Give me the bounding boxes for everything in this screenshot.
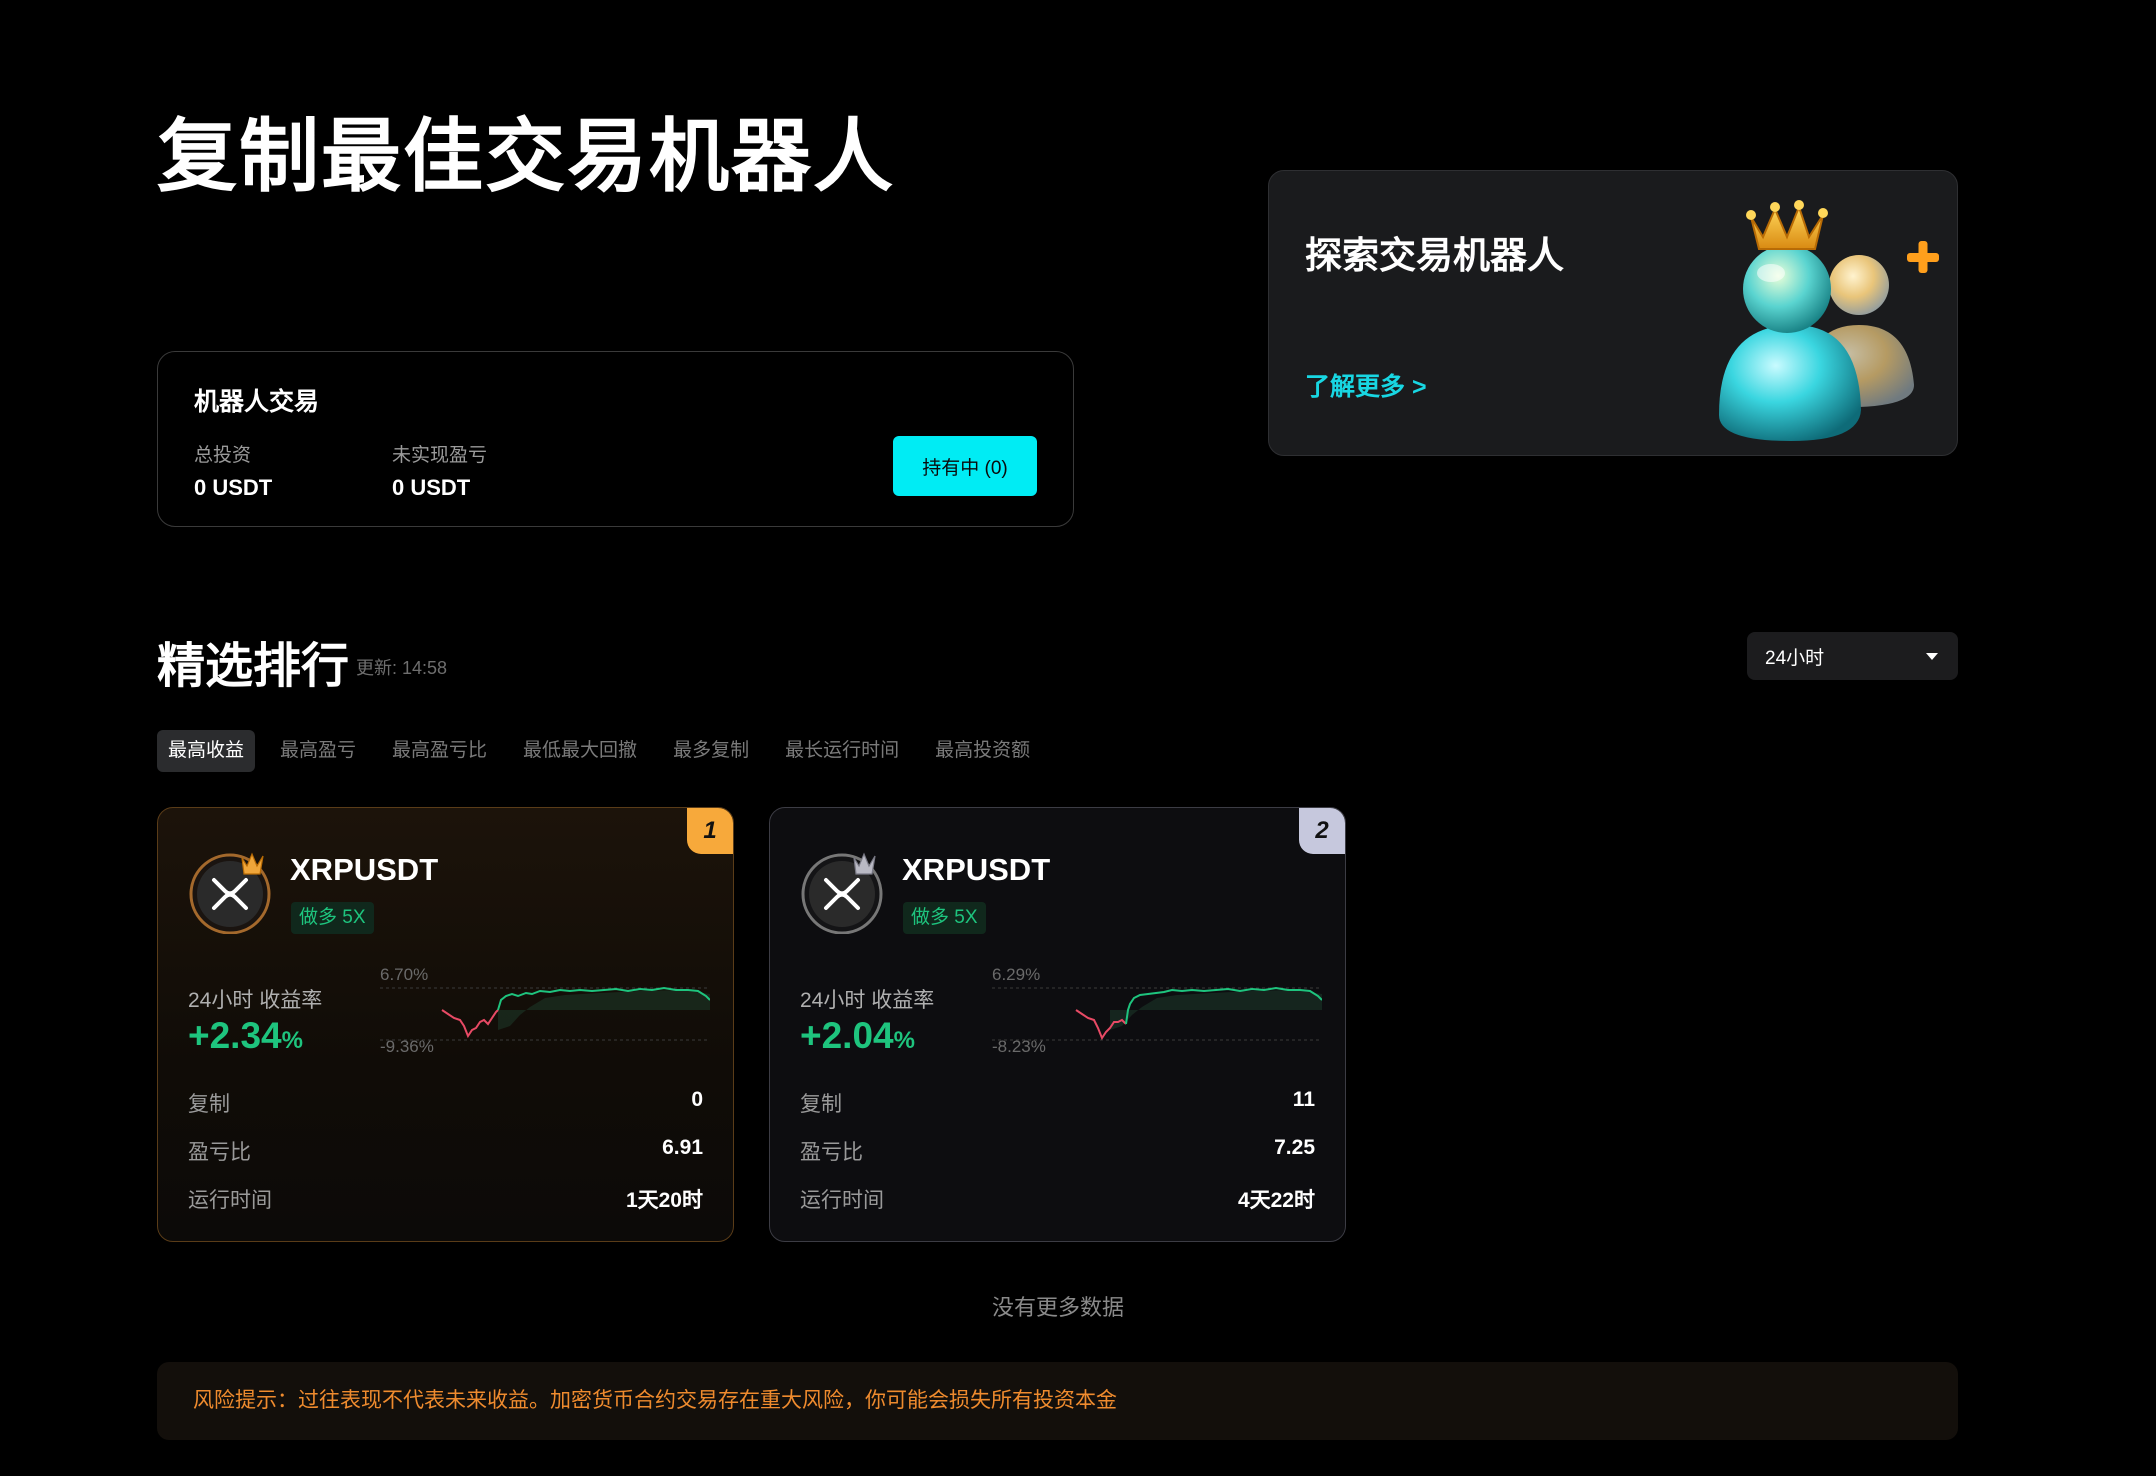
runtime-row: 运行时间 1天20时	[188, 1184, 703, 1214]
yield-unit: %	[893, 1027, 915, 1054]
explore-banner[interactable]: 探索交易机器人 了解更多 >	[1268, 170, 1958, 456]
xrp-icon	[189, 852, 271, 934]
runtime-value: 1天20时	[625, 1189, 703, 1212]
tab-highest-pnl[interactable]: 最高盈亏	[269, 730, 367, 772]
tab-most-copied[interactable]: 最多复制	[662, 730, 760, 772]
no-more-data: 没有更多数据	[991, 1295, 1124, 1320]
bot-pair: XRPUSDT	[902, 852, 1051, 887]
period-value: 24小时	[1765, 647, 1825, 669]
bot-pair: XRPUSDT	[290, 852, 439, 887]
chart-max-label: 6.70%	[380, 965, 428, 984]
unrealized-pnl-value: 0 USDT	[392, 475, 471, 500]
pl-ratio-row: 盈亏比 7.25	[800, 1136, 1315, 1166]
risk-notice: 风险提示：过往表现不代表未来收益。加密货币合约交易存在重大风险，你可能会损失所有…	[157, 1362, 1958, 1440]
unrealized-pnl-label: 未实现盈亏	[392, 445, 488, 466]
total-investment: 总投资 0 USDT	[194, 440, 272, 501]
yield-number: +2.34	[188, 1015, 282, 1056]
ranking-tabs: 最高收益 最高盈亏 最高盈亏比 最低最大回撤 最多复制 最长运行时间 最高投资额	[157, 730, 1055, 772]
tab-longest-runtime[interactable]: 最长运行时间	[774, 730, 910, 772]
yield-number: +2.04	[800, 1015, 894, 1056]
tab-highest-yield[interactable]: 最高收益	[157, 730, 256, 772]
bot-tag: 做多 5X	[291, 902, 374, 934]
pl-ratio-value: 6.91	[662, 1136, 703, 1159]
copy-label: 复制	[188, 1093, 230, 1116]
page: 复制最佳交易机器人 机器人交易 总投资 0 USDT 未实现盈亏 0 USDT …	[0, 0, 2156, 1476]
runtime-label: 运行时间	[188, 1189, 272, 1212]
yield-label: 24小时 收益率	[188, 989, 323, 1012]
yield-value: +2.04%	[800, 1015, 915, 1057]
rank-badge: 2	[1299, 808, 1345, 854]
copy-row: 复制 0	[188, 1088, 703, 1118]
chart-max-label: 6.29%	[992, 965, 1040, 984]
total-investment-label: 总投资	[194, 445, 252, 466]
pl-ratio-row: 盈亏比 6.91	[188, 1136, 703, 1166]
total-investment-value: 0 USDT	[194, 475, 273, 500]
tab-highest-pl-ratio[interactable]: 最高盈亏比	[381, 730, 498, 772]
pl-ratio-value: 7.25	[1274, 1136, 1315, 1159]
tab-highest-investment[interactable]: 最高投资额	[924, 730, 1041, 772]
copy-row: 复制 11	[800, 1088, 1315, 1118]
bot-card-1[interactable]: 1 XRPUSDT 做多 5X 24小时 收益率 +2.34% 6.70% -9…	[157, 807, 734, 1242]
tab-lowest-drawdown[interactable]: 最低最大回撤	[512, 730, 648, 772]
xrp-icon	[801, 852, 883, 934]
yield-sparkline: 6.70% -9.36%	[380, 965, 710, 1056]
robot-mascot-icon	[1719, 200, 1939, 441]
unrealized-pnl: 未实现盈亏 0 USDT	[392, 440, 487, 501]
runtime-value: 4天22时	[1237, 1189, 1315, 1212]
caret-down-icon	[1926, 652, 1938, 660]
robot-trading-title: 机器人交易	[194, 388, 320, 416]
yield-sparkline: 6.29% -8.23%	[992, 965, 1322, 1056]
bot-tag: 做多 5X	[903, 902, 986, 934]
bot-card-2[interactable]: 2 XRPUSDT 做多 5X 24小时 收益率 +2.04% 6.29% -8…	[769, 807, 1346, 1242]
period-dropdown[interactable]: 24小时	[1747, 632, 1958, 680]
page-title: 复制最佳交易机器人	[157, 112, 895, 201]
copy-label: 复制	[800, 1093, 842, 1116]
holding-button[interactable]: 持有中 (0)	[893, 436, 1037, 496]
yield-label: 24小时 收益率	[800, 989, 935, 1012]
copy-value: 0	[691, 1088, 703, 1111]
runtime-row: 运行时间 4天22时	[800, 1184, 1315, 1214]
copy-value: 11	[1292, 1088, 1315, 1111]
pl-ratio-label: 盈亏比	[188, 1141, 251, 1164]
ranking-title: 精选排行	[157, 640, 350, 693]
pl-ratio-label: 盈亏比	[800, 1141, 863, 1164]
runtime-label: 运行时间	[800, 1189, 884, 1212]
explore-title: 探索交易机器人	[1305, 235, 1564, 276]
rank-badge: 1	[687, 808, 733, 854]
update-time: 更新: 14:58	[356, 658, 448, 678]
yield-value: +2.34%	[188, 1015, 303, 1057]
yield-unit: %	[281, 1027, 303, 1054]
robot-trading-card: 机器人交易 总投资 0 USDT 未实现盈亏 0 USDT 持有中 (0)	[157, 351, 1074, 527]
learn-more-link[interactable]: 了解更多 >	[1305, 367, 1427, 403]
